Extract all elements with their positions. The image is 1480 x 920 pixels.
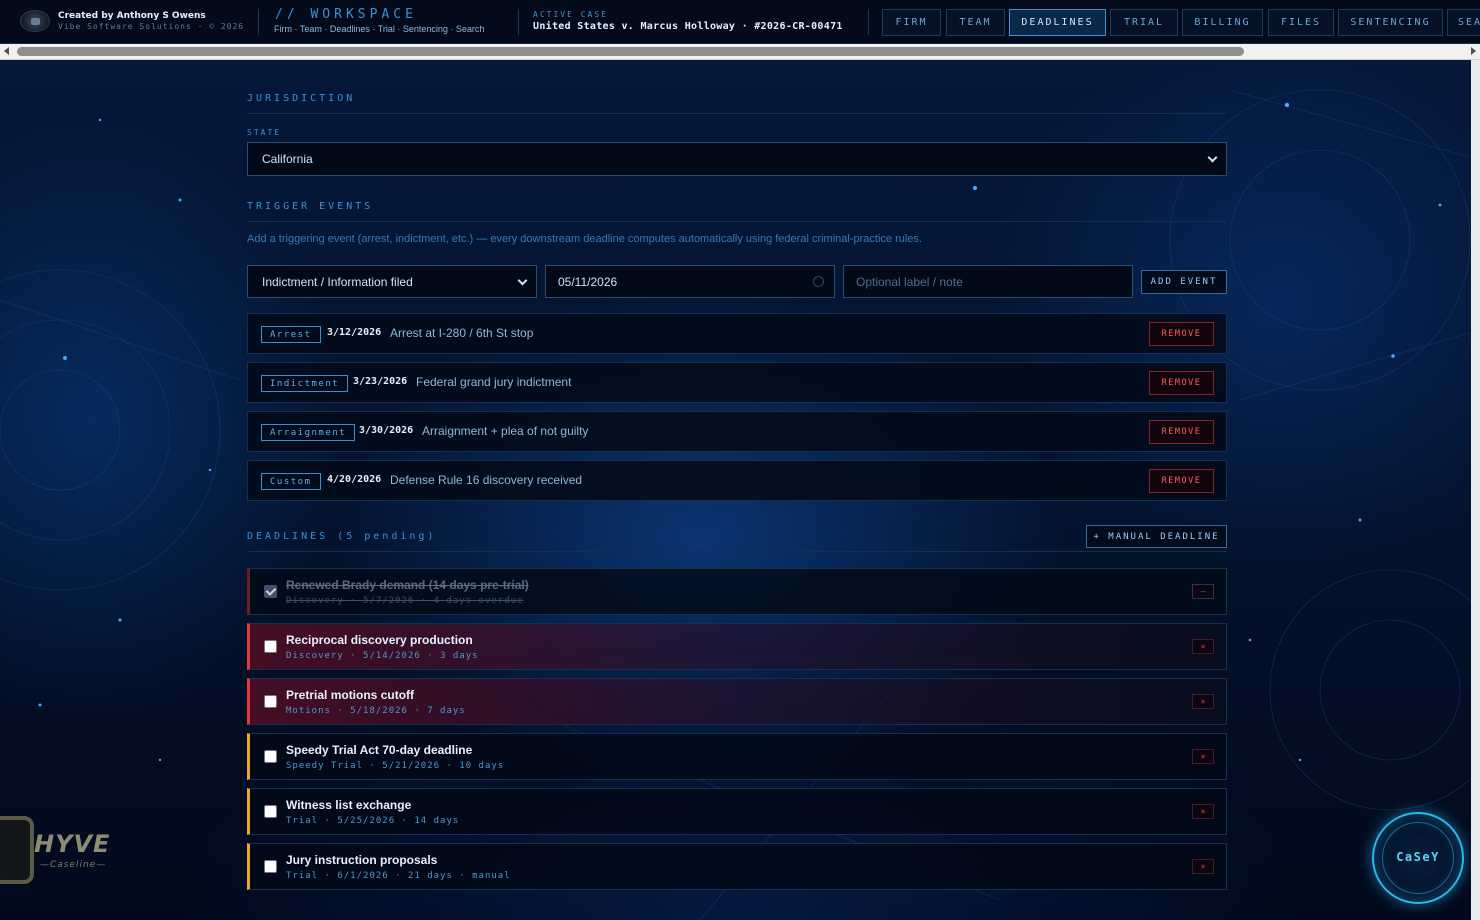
state-label: STATE — [247, 128, 282, 137]
deadline-meta: Trial · 5/25/2026 · 14 days — [286, 816, 460, 826]
remove-event-button[interactable]: REMOVE — [1149, 322, 1214, 346]
scroll-right-arrow-icon[interactable] — [1471, 47, 1476, 55]
calendar-icon[interactable] — [813, 276, 824, 287]
top-bar: Created by Anthony S Owens Vibe Software… — [0, 0, 1480, 44]
event-date: 4/20/2026 — [327, 474, 382, 485]
event-tag: Indictment — [261, 375, 349, 392]
divider — [518, 9, 519, 35]
deadline-meta: Discovery · 5/14/2026 · 3 days — [286, 651, 479, 661]
event-date: 3/23/2026 — [353, 376, 408, 387]
state-select-value: California — [262, 152, 313, 166]
event-tag: Custom — [261, 473, 321, 490]
deadline-meta: Discovery · 5/7/2026 · 4 days overdue — [286, 596, 524, 606]
hyve-logo-subtitle: —Caseline— — [40, 860, 107, 870]
event-tag: Arrest — [261, 326, 321, 343]
jurisdiction-heading: JURISDICTION — [247, 93, 1227, 114]
deadline-checkbox[interactable] — [264, 640, 277, 653]
event-type-select[interactable]: Indictment / Information filed — [247, 265, 537, 298]
deadline-row: Speedy Trial Act 70-day deadline Speedy … — [247, 733, 1227, 780]
horizontal-scrollbar[interactable] — [0, 44, 1480, 60]
add-event-button[interactable]: ADD EVENT — [1141, 270, 1227, 294]
active-case-label: ACTIVE CASE — [533, 10, 608, 19]
deadline-title: Reciprocal discovery production — [286, 633, 473, 647]
deadline-delete-button[interactable]: — — [1192, 584, 1214, 599]
event-description: Arraignment + plea of not guilty — [422, 424, 589, 438]
event-description: Federal grand jury indictment — [416, 375, 572, 389]
deadline-checkbox[interactable] — [264, 695, 277, 708]
divider — [258, 9, 259, 35]
divider — [868, 9, 869, 35]
active-case-name: United States v. Marcus Holloway · #2026… — [533, 21, 843, 32]
nav-tab-sentencing[interactable]: SENTENCING — [1338, 9, 1443, 36]
deadline-meta: Motions · 5/18/2026 · 7 days — [286, 706, 466, 716]
deadline-title: Witness list exchange — [286, 798, 412, 812]
nav-tab-search[interactable]: SEA — [1447, 9, 1480, 36]
vertical-scrollbar-track[interactable] — [1471, 60, 1480, 920]
deadline-row: Jury instruction proposals Trial · 6/1/2… — [247, 843, 1227, 890]
hyve-caseline-logo: HYVE —Caseline— — [0, 812, 130, 888]
author-credit: Created by Anthony S Owens — [58, 11, 206, 21]
event-date: 3/30/2026 — [359, 425, 414, 436]
nav-tab-trial[interactable]: TRIAL — [1110, 9, 1178, 36]
deadline-row: Renewed Brady demand (14 days pre-trial)… — [247, 568, 1227, 615]
nav-tab-files[interactable]: FILES — [1268, 9, 1334, 36]
deadline-checkbox[interactable] — [264, 750, 277, 763]
deadline-checkbox[interactable] — [264, 805, 277, 818]
trigger-event-row: Custom 4/20/2026 Defense Rule 16 discove… — [247, 460, 1227, 501]
vibe-logo-icon — [20, 10, 50, 32]
scrollbar-thumb[interactable] — [17, 47, 1244, 56]
event-note-input[interactable]: Optional label / note — [843, 265, 1133, 298]
nav-tab-team[interactable]: TEAM — [946, 9, 1005, 36]
deadline-checkbox[interactable] — [264, 860, 277, 873]
deadlines-heading: DEADLINES (5 pending) — [247, 531, 1227, 552]
trigger-event-row: Indictment 3/23/2026 Federal grand jury … — [247, 362, 1227, 403]
chevron-down-icon — [1207, 152, 1218, 163]
deadline-delete-button[interactable]: × — [1192, 639, 1214, 654]
deadline-delete-button[interactable]: × — [1192, 859, 1214, 874]
nav-tab-billing[interactable]: BILLING — [1182, 9, 1263, 36]
company-credit: Vibe Software Solutions · © 2026 — [58, 22, 245, 31]
deadline-checkbox[interactable] — [264, 585, 277, 598]
event-date: 3/12/2026 — [327, 327, 382, 338]
remove-event-button[interactable]: REMOVE — [1149, 420, 1214, 444]
nav-tab-deadlines[interactable]: DEADLINES — [1009, 9, 1106, 36]
deadline-title: Pretrial motions cutoff — [286, 688, 415, 702]
scroll-left-arrow-icon[interactable] — [4, 47, 9, 55]
event-type-value: Indictment / Information filed — [262, 274, 413, 289]
casey-assistant-button[interactable]: CaSeY — [1372, 812, 1464, 904]
deadline-delete-button[interactable]: × — [1192, 694, 1214, 709]
event-note-placeholder: Optional label / note — [856, 274, 963, 289]
event-date-value: 05/11/2026 — [558, 274, 618, 289]
deadline-row: Pretrial motions cutoff Motions · 5/18/2… — [247, 678, 1227, 725]
deadline-row: Witness list exchange Trial · 5/25/2026 … — [247, 788, 1227, 835]
trigger-events-heading: TRIGGER EVENTS — [247, 201, 1227, 222]
remove-event-button[interactable]: REMOVE — [1149, 469, 1214, 493]
workspace-links[interactable]: Firm · Team · Deadlines · Trial · Senten… — [274, 24, 484, 34]
event-tag: Arraignment — [261, 424, 356, 441]
nav-tab-firm[interactable]: FIRM — [882, 9, 941, 36]
state-select[interactable]: California — [247, 142, 1227, 176]
deadline-title: Speedy Trial Act 70-day deadline — [286, 743, 473, 757]
deadline-meta: Speedy Trial · 5/21/2026 · 10 days — [286, 761, 505, 771]
deadline-delete-button[interactable]: × — [1192, 749, 1214, 764]
hyve-hexagon-icon — [0, 816, 34, 884]
deadline-row: Reciprocal discovery production Discover… — [247, 623, 1227, 670]
trigger-events-hint: Add a triggering event (arrest, indictme… — [247, 233, 922, 245]
event-description: Defense Rule 16 discovery received — [390, 473, 583, 487]
deadline-title: Jury instruction proposals — [286, 853, 438, 867]
remove-event-button[interactable]: REMOVE — [1149, 371, 1214, 395]
manual-deadline-button[interactable]: + MANUAL DEADLINE — [1086, 525, 1227, 548]
event-description: Arrest at I-280 / 6th St stop — [390, 326, 534, 340]
deadline-meta: Trial · 6/1/2026 · 21 days · manual — [286, 871, 511, 881]
deadline-title: Renewed Brady demand (14 days pre-trial) — [286, 578, 529, 592]
trigger-event-row: Arrest 3/12/2026 Arrest at I-280 / 6th S… — [247, 313, 1227, 354]
deadline-delete-button[interactable]: × — [1192, 804, 1214, 819]
hyve-logo-text: HYVE — [34, 830, 111, 858]
trigger-event-row: Arraignment 3/30/2026 Arraignment + plea… — [247, 411, 1227, 452]
workspace-title: // WORKSPACE — [275, 7, 417, 22]
chevron-down-icon — [517, 275, 528, 285]
event-date-input[interactable]: 05/11/2026 — [545, 265, 835, 298]
casey-label: CaSeY — [1396, 850, 1440, 864]
